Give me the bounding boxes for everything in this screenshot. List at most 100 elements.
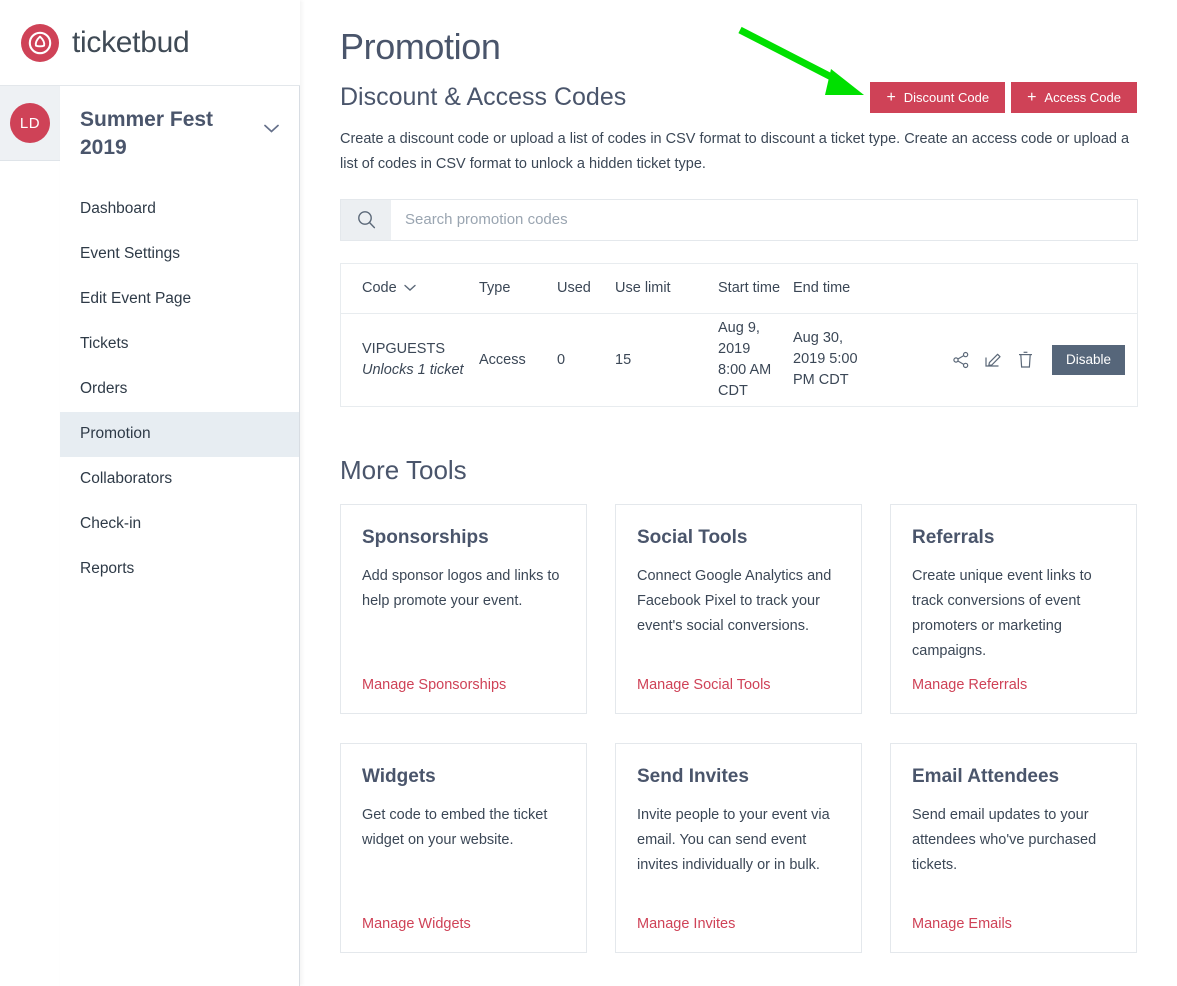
sidebar-item-label: Promotion (80, 425, 151, 443)
tool-card-title: Sponsorships (362, 526, 489, 548)
chevron-down-icon[interactable] (403, 280, 416, 296)
discount-code-button[interactable]: + Discount Code (870, 82, 1006, 113)
sidebar-nav: Dashboard Event Settings Edit Event Page Ti… (60, 187, 299, 592)
code-value: VIPGUESTS (362, 340, 445, 357)
main-content: Promotion Discount & Access Codes + Disc… (300, 0, 1177, 986)
column-header-label: Code (362, 280, 397, 297)
header-actions: + Discount Code + Access Code (870, 82, 1137, 113)
brand-wordmark: ticketbud (72, 25, 190, 59)
event-name: Summer Fest 2019 (80, 108, 214, 160)
search-icon[interactable] (341, 199, 391, 240)
sidebar-item-label: Orders (80, 380, 128, 398)
tool-card-link-email-attendees[interactable]: Manage Emails (912, 916, 1115, 932)
tool-card-title: Referrals (912, 526, 995, 548)
sidebar: Summer Fest 2019 Dashboard Event Settings… (60, 0, 300, 986)
promo-codes-table: Code Type Used Use limit Start time End time … (340, 262, 1138, 407)
disable-button[interactable]: Disable (1051, 344, 1125, 375)
sidebar-item-label: Check-in (80, 515, 142, 533)
column-header-label: End time (793, 280, 851, 297)
use-limit-value: 15 (615, 351, 632, 368)
table-body: VIPGUESTS Unlocks 1 ticket Access 0 15 Aug 9,… (341, 314, 1137, 406)
type-value: Access (479, 351, 526, 368)
sidebar-item-tickets[interactable]: Tickets (60, 322, 299, 367)
start-time-value: Aug 9, 2019 8:00 AM CDT (718, 319, 772, 400)
page-title: Promotion (340, 26, 501, 67)
more-tools-grid: Sponsorships Add sponsor logos and links … (340, 503, 1138, 953)
end-time-value: Aug 30, 2019 5:00 PM CDT (793, 330, 858, 389)
app-root: LD Summer Fest 2019 Dashboard Event Setti… (0, 0, 1177, 986)
access-code-label: Access Code (1044, 90, 1121, 105)
tool-card-body: Create unique event links to track conve… (912, 567, 1092, 660)
cell-use-limit: 15 (609, 352, 712, 368)
column-header-end-time: End time (787, 280, 877, 296)
trash-icon[interactable] (1017, 351, 1034, 369)
tool-card-title: Email Attendees (912, 765, 1060, 787)
section-header: Discount & Access Codes + Discount Code … (340, 82, 1137, 113)
sidebar-item-dashboard[interactable]: Dashboard (60, 187, 299, 232)
tool-card-link-send-invites[interactable]: Manage Invites (637, 916, 840, 932)
tool-card-title: Widgets (362, 765, 436, 787)
sidebar-item-event-settings[interactable]: Event Settings (60, 232, 299, 277)
column-header-code[interactable]: Code (341, 280, 473, 296)
tool-card-widgets: Widgets Get code to embed the ticket widg… (340, 742, 587, 953)
more-tools-heading: More Tools (340, 454, 467, 485)
access-code-button[interactable]: + Access Code (1011, 82, 1137, 113)
used-value: 0 (557, 351, 566, 368)
column-header-label: Type (479, 280, 511, 297)
tool-card-body: Connect Google Analytics and Facebook Pi… (637, 567, 832, 635)
left-rail: LD (0, 0, 60, 986)
sidebar-item-label: Reports (80, 560, 135, 578)
sidebar-item-label: Tickets (80, 335, 129, 353)
code-note: Unlocks 1 ticket (362, 361, 464, 378)
tool-card-body: Invite people to your event via email. Y… (637, 806, 830, 874)
table-row: VIPGUESTS Unlocks 1 ticket Access 0 15 Aug 9,… (341, 314, 1137, 406)
plus-icon: + (886, 88, 896, 106)
search-input[interactable] (391, 199, 1137, 240)
chevron-down-icon[interactable] (264, 120, 279, 137)
edit-icon[interactable] (984, 350, 1003, 369)
cell-start-time: Aug 9, 2019 8:00 AM CDT (712, 318, 787, 403)
tool-card-link-sponsorships[interactable]: Manage Sponsorships (362, 677, 565, 693)
sidebar-item-label: Collaborators (80, 470, 173, 488)
sidebar-item-reports[interactable]: Reports (60, 547, 299, 592)
column-header-label: Start time (718, 280, 781, 297)
discount-code-label: Discount Code (903, 90, 990, 105)
section-description: Create a discount code or upload a list … (340, 131, 1130, 172)
cell-used: 0 (551, 352, 609, 368)
tool-card-link-social-tools[interactable]: Manage Social Tools (637, 677, 840, 693)
column-header-label: Use limit (615, 280, 671, 297)
sidebar-item-edit-event-page[interactable]: Edit Event Page (60, 277, 299, 322)
tool-card-link-widgets[interactable]: Manage Widgets (362, 916, 565, 932)
tool-card-body: Get code to embed the ticket widget on y… (362, 806, 548, 848)
tool-card-link-referrals[interactable]: Manage Referrals (912, 677, 1115, 693)
avatar[interactable]: LD (10, 103, 50, 143)
sidebar-item-orders[interactable]: Orders (60, 367, 299, 412)
cell-end-time: Aug 30, 2019 5:00 PM CDT (787, 328, 877, 391)
sidebar-item-collaborators[interactable]: Collaborators (60, 457, 299, 502)
user-avatar-strip[interactable]: LD (0, 86, 60, 161)
cell-actions: Disable (877, 344, 1137, 375)
event-switcher[interactable]: Summer Fest 2019 (60, 86, 299, 173)
ticketbud-logo-icon[interactable] (21, 23, 59, 62)
tool-card-body: Send email updates to your attendees who… (912, 806, 1097, 874)
column-header-label: Used (557, 280, 591, 297)
tool-card-social-tools: Social Tools Connect Google Analytics and… (615, 503, 862, 714)
table-header-row: Code Type Used Use limit Start time End time (341, 264, 1137, 314)
sidebar-item-label: Dashboard (80, 200, 156, 218)
tool-card-referrals: Referrals Create unique event links to tr… (890, 503, 1137, 714)
tool-card-send-invites: Send Invites Invite people to your event … (615, 742, 862, 953)
column-header-used: Used (551, 280, 609, 296)
cell-type: Access (473, 352, 551, 368)
tool-card-title: Send Invites (637, 765, 749, 787)
tool-card-email-attendees: Email Attendees Send email updates to you… (890, 742, 1137, 953)
column-header-use-limit: Use limit (609, 280, 712, 296)
column-header-type: Type (473, 280, 551, 296)
sidebar-item-label: Edit Event Page (80, 290, 192, 308)
sidebar-item-promotion[interactable]: Promotion (60, 411, 299, 457)
tool-card-body: Add sponsor logos and links to help prom… (362, 567, 560, 609)
sidebar-item-check-in[interactable]: Check-in (60, 502, 299, 547)
tool-card-title: Social Tools (637, 526, 748, 548)
section-title: Discount & Access Codes (340, 83, 627, 111)
share-icon[interactable] (952, 351, 970, 369)
column-header-start-time: Start time (712, 280, 787, 296)
